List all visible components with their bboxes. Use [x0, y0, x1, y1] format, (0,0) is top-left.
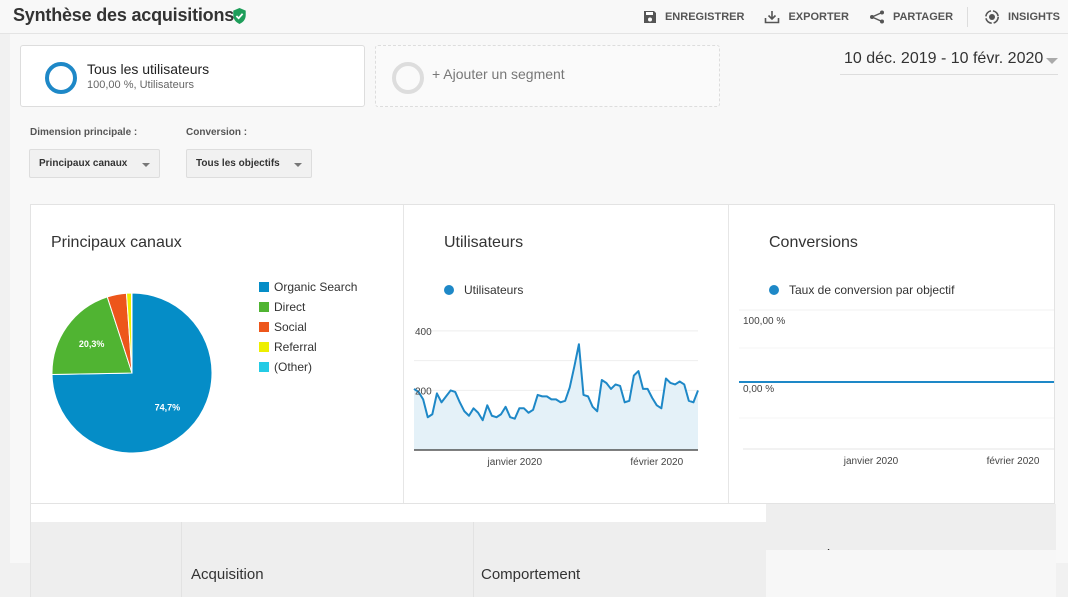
export-button[interactable]: EXPORTER [764, 10, 849, 24]
x-tick-label: février 2020 [987, 456, 1040, 467]
y-tick-label: 400 [415, 327, 432, 338]
table-header: Acquisition Comportement Conversions [30, 504, 1056, 597]
dimension-value: Principaux canaux [39, 158, 128, 169]
legend-swatch-icon [259, 322, 269, 332]
legend-swatch-icon [259, 342, 269, 352]
add-segment-label: + Ajouter un segment [432, 66, 565, 82]
toolbar: ENREGISTRER EXPORTER PARTAGER INSIGHTS [623, 0, 1060, 34]
users-line-chart: 400 200 janvier 2020 février 2020 [413, 327, 699, 468]
legend-label: (Other) [274, 360, 313, 374]
pie-chart-title: Principaux canaux [51, 234, 182, 251]
date-range-picker[interactable]: 10 déc. 2019 - 10 févr. 2020 [840, 47, 1058, 75]
report-content: Tous les utilisateurs 100,00 %, Utilisat… [10, 34, 1068, 597]
legend-swatch-icon [259, 282, 269, 292]
pie-slice-other [130, 292, 133, 374]
pie-data-label: 74,7% [155, 403, 181, 413]
empty-segment-ring-icon [392, 62, 424, 94]
insights-label: INSIGHTS [1008, 11, 1060, 23]
insights-button[interactable]: INSIGHTS [984, 9, 1060, 25]
chevron-down-icon [294, 163, 302, 167]
legend-label: Organic Search [274, 280, 358, 294]
overview-panel: Principaux canaux 74,7% 20,3% Organic Sea… [30, 204, 1055, 504]
conversions-chart-title: Conversions [769, 234, 858, 251]
share-button[interactable]: PARTAGER [869, 10, 953, 24]
behavior-header: Comportement [481, 566, 581, 583]
users-legend[interactable]: Utilisateurs [444, 283, 523, 297]
acquisition-header: Acquisition [191, 566, 264, 583]
add-segment-button[interactable]: + Ajouter un segment [375, 45, 720, 107]
y-tick-label: 200 [415, 386, 432, 397]
legend-swatch-icon [259, 302, 269, 312]
legend-label: Social [274, 320, 307, 334]
toolbar-divider [967, 7, 969, 27]
pie-legend-item[interactable]: Direct [259, 300, 305, 314]
conversions-legend[interactable]: Taux de conversion par objectif [769, 283, 954, 297]
header-divider [473, 522, 474, 597]
chevron-down-icon [1046, 58, 1058, 64]
verified-shield-icon [233, 8, 246, 24]
y-tick-label: 100,00 % [743, 316, 785, 327]
dimension-select[interactable]: Principaux canaux [29, 149, 160, 178]
legend-swatch-icon [259, 362, 269, 372]
channels-pie-chart: 74,7% 20,3% [51, 292, 213, 454]
x-tick-label: janvier 2020 [487, 457, 543, 468]
share-icon [869, 10, 884, 24]
export-label: EXPORTER [788, 11, 849, 23]
conversions-legend-label: Taux de conversion par objectif [789, 283, 955, 297]
x-tick-label: février 2020 [630, 457, 683, 468]
x-tick-label: janvier 2020 [843, 456, 899, 467]
legend-label: Direct [274, 300, 306, 314]
pie-legend-item[interactable]: (Other) [259, 360, 312, 374]
date-range-label: 10 déc. 2019 - 10 févr. 2020 [844, 50, 1044, 67]
dimension-label: Dimension principale : [30, 127, 138, 138]
legend-label: Referral [274, 340, 317, 354]
legend-dot-icon [769, 285, 779, 295]
save-label: ENREGISTRER [664, 11, 745, 23]
legend-dot-icon [444, 285, 454, 295]
segment-all-users[interactable]: Tous les utilisateurs 100,00 %, Utilisat… [20, 45, 365, 107]
pie-legend-item[interactable]: Social [259, 320, 307, 334]
header-divider [181, 522, 182, 597]
share-label: PARTAGER [892, 11, 954, 23]
save-button[interactable]: ENREGISTRER [643, 10, 744, 24]
table-header-row [31, 522, 766, 597]
download-icon [765, 11, 780, 24]
segment-subtitle: 100,00 %, Utilisateurs [87, 79, 194, 91]
save-icon [643, 11, 656, 23]
conversion-select[interactable]: Tous les objectifs [186, 149, 312, 178]
conversion-label: Conversion : [186, 127, 248, 138]
insights-icon [985, 10, 1000, 24]
pie-legend-item[interactable]: Organic Search [259, 280, 357, 294]
users-legend-label: Utilisateurs [464, 283, 524, 297]
conversions-subheader [766, 550, 1056, 597]
segment-ring-icon [45, 62, 77, 94]
conversions-header-cell: Conversions [766, 504, 1056, 597]
y-tick-label: 0,00 % [743, 384, 774, 395]
top-bar: Synthèse des acquisitions ENREGISTRER EX… [0, 0, 1068, 34]
pie-data-label: 20,3% [79, 339, 105, 349]
users-chart-title: Utilisateurs [444, 234, 524, 251]
pie-legend-item[interactable]: Referral [259, 340, 317, 354]
page-title: Synthèse des acquisitions [13, 5, 235, 25]
conversion-value: Tous les objectifs [196, 158, 280, 169]
chevron-down-icon [142, 163, 150, 167]
segment-title: Tous les utilisateurs [87, 61, 210, 77]
conversions-line-chart: 100,00 % 0,00 % janvier 2020 février 2020 [739, 309, 1054, 467]
